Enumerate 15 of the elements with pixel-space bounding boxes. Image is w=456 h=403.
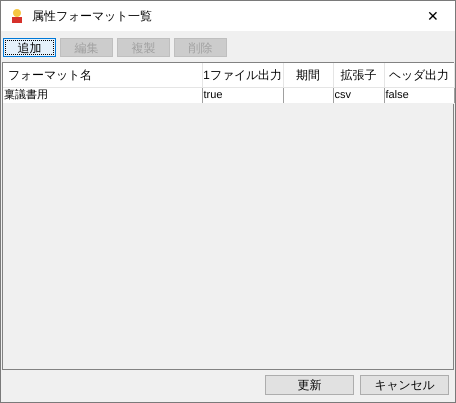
app-icon	[10, 8, 24, 24]
column-header[interactable]: 期間	[283, 63, 333, 87]
table-cell: csv	[334, 89, 351, 101]
column-header[interactable]: ヘッダ出力	[384, 63, 454, 87]
table-cell: false	[386, 89, 409, 101]
table-cell: true	[204, 89, 222, 101]
toolbar-button[interactable]: 追加	[3, 38, 56, 57]
table-cell: 稟議書用	[4, 89, 48, 101]
column-header[interactable]: 1ファイル出力	[202, 63, 283, 87]
column-header[interactable]: フォーマット名	[3, 63, 202, 87]
dialog-button[interactable]: キャンセル	[360, 375, 449, 395]
column-header[interactable]: 拡張子	[333, 63, 384, 87]
dialog-button[interactable]: 更新	[265, 375, 354, 395]
close-button[interactable]: ✕	[411, 1, 455, 31]
window-title: 属性フォーマット一覧	[32, 8, 152, 25]
